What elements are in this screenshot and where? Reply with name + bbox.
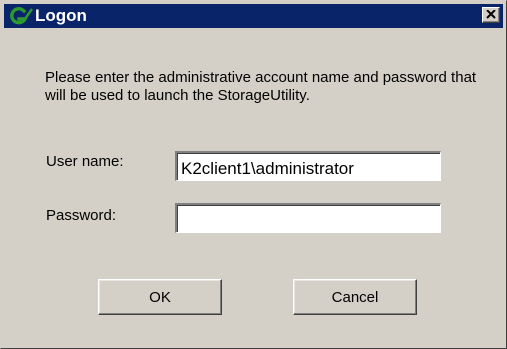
logon-dialog: Logon Please enter the administrative ac…	[0, 0, 507, 349]
g-logo-icon	[7, 6, 33, 26]
password-field[interactable]	[175, 203, 441, 233]
username-field[interactable]	[175, 151, 441, 181]
title-bar[interactable]: Logon	[4, 4, 503, 28]
close-button[interactable]	[482, 7, 500, 23]
ok-button[interactable]: OK	[98, 279, 222, 315]
password-label: Password:	[46, 207, 117, 224]
window-title: Logon	[35, 6, 87, 25]
cancel-button[interactable]: Cancel	[293, 279, 417, 315]
close-icon	[486, 10, 496, 19]
instruction-text: Please enter the administrative account …	[45, 69, 477, 104]
username-label: User name:	[46, 153, 124, 170]
